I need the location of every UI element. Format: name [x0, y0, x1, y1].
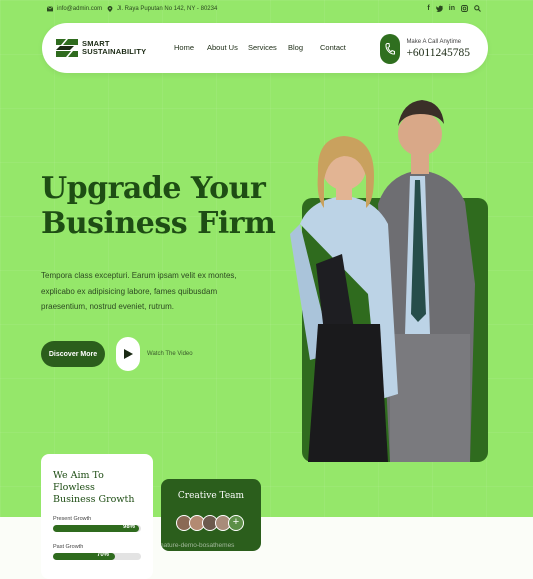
creative-team-card: Creative Team +	[161, 479, 261, 551]
growth-card-title: We Aim To Flowless Business Growth	[53, 470, 141, 506]
twitter-icon[interactable]	[435, 5, 443, 14]
call-text: Make A Call Anytime +6011245785	[406, 39, 470, 59]
linkedin-icon[interactable]: in	[449, 5, 455, 14]
nav-blog[interactable]: Blog	[288, 43, 303, 52]
play-video-button[interactable]	[116, 337, 140, 371]
mail-icon	[47, 6, 53, 12]
creative-team-title: Creative Team	[177, 491, 245, 501]
phone-icon	[385, 43, 396, 55]
top-bar: info@admin.com Jl. Raya Puputan No 142, …	[0, 0, 533, 20]
main-header: SMART SUSTAINABILITY Home About Us Servi…	[42, 23, 488, 73]
logo-mark-icon	[56, 39, 78, 57]
add-member-icon[interactable]: +	[228, 515, 244, 531]
play-icon	[124, 349, 133, 359]
past-growth-value: 70%	[97, 552, 110, 558]
present-growth-label: Present Growth	[53, 516, 92, 522]
site-logo[interactable]: SMART SUSTAINABILITY	[56, 39, 146, 57]
location-pin-icon	[107, 6, 113, 12]
past-growth-label: Past Growth	[53, 544, 84, 550]
hero-description: Tempora class excepturi. Earum ipsam vel…	[41, 271, 237, 311]
logo-text: SMART SUSTAINABILITY	[82, 39, 147, 57]
hero-title-line-1: Upgrade Your	[41, 171, 266, 206]
nav-home[interactable]: Home	[174, 43, 194, 52]
social-links: f in	[427, 5, 481, 14]
hero-title-line-2: Business Firm	[41, 206, 276, 241]
growth-title-line-2: Business Growth	[53, 494, 135, 505]
woman-figure	[290, 136, 398, 462]
past-growth-bar: 70%	[53, 552, 141, 560]
man-figure	[378, 100, 475, 462]
present-growth-bar: 98%	[53, 524, 141, 532]
address-text: Jl. Raya Puputan No 142, NY - 80234	[117, 6, 218, 12]
nav-about-us[interactable]: About Us	[207, 43, 238, 52]
growth-card: We Aim To Flowless Business Growth Prese…	[41, 454, 153, 579]
nav-services[interactable]: Services	[248, 43, 277, 52]
business-people-image	[290, 100, 475, 462]
hero-title: Upgrade Your Business Firm	[41, 171, 281, 241]
call-block[interactable]: Make A Call Anytime +6011245785	[380, 34, 470, 64]
email-text: info@admin.com	[57, 6, 103, 12]
search-icon[interactable]	[474, 5, 481, 14]
watch-video-link[interactable]: Watch The Video	[147, 351, 193, 357]
discover-more-button[interactable]: Discover More	[41, 341, 105, 367]
nav-contact[interactable]: Contact	[320, 43, 346, 52]
call-label: Make A Call Anytime	[406, 39, 462, 45]
team-avatars: +	[176, 515, 244, 531]
present-growth-value: 98%	[123, 524, 136, 530]
logo-line-2: SUSTAINABILITY	[82, 47, 147, 56]
email-contact[interactable]: info@admin.com	[47, 6, 102, 12]
facebook-icon[interactable]: f	[427, 5, 429, 14]
call-number[interactable]: +6011245785	[406, 47, 470, 59]
instagram-icon[interactable]	[461, 5, 468, 14]
watermark-text: nature-demo-bosathemes	[160, 542, 235, 549]
phone-button[interactable]	[380, 34, 401, 64]
growth-title-line-1: We Aim To Flowless	[53, 470, 104, 493]
address-contact: Jl. Raya Puputan No 142, NY - 80234	[107, 6, 217, 12]
